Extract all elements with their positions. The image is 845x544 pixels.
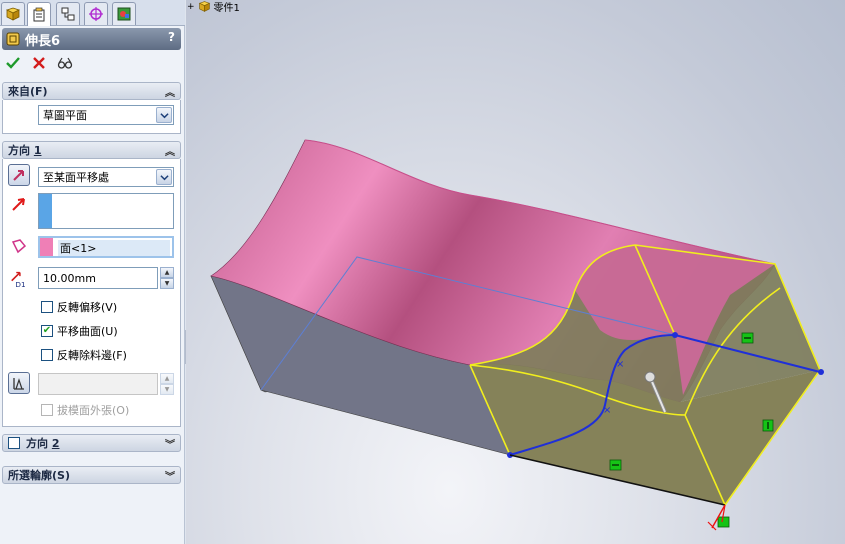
tab-configuration-manager[interactable] — [56, 2, 80, 25]
selected-contours-header[interactable]: 所選輪廓(S) ︾ — [2, 466, 181, 484]
expand-chevron-icon: ︾ — [165, 440, 175, 451]
expand-chevron-icon: ︾ — [165, 472, 175, 483]
flip-side-cut-label: 反轉除料邊(F) — [57, 349, 127, 362]
direction-vector-label — [8, 193, 30, 215]
spin-down-icon[interactable]: ▼ — [160, 278, 174, 289]
checkbox-box-checked[interactable]: ✔ — [41, 325, 53, 337]
end-condition-dropdown[interactable]: 至某面平移處 — [38, 167, 174, 187]
tab-feature-manager[interactable] — [1, 2, 25, 25]
offset-distance-input[interactable]: 10.00mm — [38, 267, 158, 289]
draft-angle-input — [38, 373, 158, 395]
selected-contours-title: 所選輪廓(S) — [8, 469, 70, 482]
from-condition-dropdown[interactable]: 草圖平面 — [38, 105, 174, 125]
distance-icon: D1 — [11, 271, 26, 288]
property-manager-icon — [33, 7, 45, 21]
feature-title-bar: 伸長6 ? — [2, 28, 181, 50]
direction-vector-selection-box[interactable] — [38, 193, 174, 229]
from-group-header[interactable]: 來自(F) ︽ — [2, 82, 181, 100]
configuration-icon — [61, 7, 75, 21]
draft-outward-label: 拔模面外張(O) — [57, 404, 130, 417]
direction2-checkbox[interactable] — [8, 437, 20, 449]
from-group-body: 草圖平面 — [2, 100, 181, 134]
distance-spinner[interactable]: ▲ ▼ — [160, 267, 174, 289]
feature-title: 伸長6 — [25, 33, 61, 49]
spin-up-icon: ▲ — [160, 373, 174, 384]
offset-distance-label: D1 — [8, 267, 30, 289]
checkmark-icon — [6, 57, 20, 69]
model-graphics: × × — [210, 139, 824, 531]
property-manager-panel: 伸長6 ? 來自(F) ︽ 草圖平面 方向 1 ︽ 至某面平移處 面<1> D1… — [0, 0, 185, 544]
end-condition-value: 至某面平移處 — [43, 171, 109, 184]
checkbox-box — [41, 404, 53, 416]
direction1-group-body: 至某面平移處 面<1> D1 10.00mm ▲ ▼ 反轉偏移(V) ✔ 平移曲… — [2, 159, 181, 427]
translate-surface-checkbox[interactable]: ✔ 平移曲面(U) — [41, 323, 118, 339]
tab-property-manager[interactable] — [27, 2, 51, 26]
svg-text:×: × — [603, 405, 611, 416]
chevron-down-icon — [156, 107, 172, 123]
draft-toggle-button[interactable] — [8, 372, 30, 394]
draft-angle-spinner: ▲ ▼ — [160, 373, 174, 395]
arrow-direction-icon — [12, 198, 25, 211]
from-condition-value: 草圖平面 — [43, 109, 87, 122]
face-icon — [11, 239, 27, 254]
chevron-down-icon — [156, 169, 172, 185]
manager-tabs — [0, 0, 185, 26]
collapse-chevron-icon: ︽ — [165, 147, 175, 158]
offset-distance-value: 10.00mm — [43, 271, 96, 285]
tab-dimxpert-manager[interactable] — [84, 2, 108, 25]
face-selection-box[interactable]: 面<1> — [38, 236, 174, 258]
draft-outward-checkbox: 拔模面外張(O) — [41, 402, 129, 418]
reverse-offset-label: 反轉偏移(V) — [57, 301, 118, 314]
face-selection-item[interactable]: 面<1> — [58, 240, 170, 256]
direction2-title: 方向 2 — [26, 437, 60, 450]
from-group-title: 來自(F) — [8, 85, 48, 98]
close-icon — [33, 57, 45, 69]
selection-color-swatch — [40, 238, 53, 256]
checkbox-box[interactable] — [41, 349, 53, 361]
direction1-group-header[interactable]: 方向 1 ︽ — [2, 141, 181, 159]
ok-button[interactable] — [4, 54, 22, 72]
draft-icon — [13, 378, 24, 390]
reverse-offset-checkbox[interactable]: 反轉偏移(V) — [41, 299, 117, 315]
svg-text:×: × — [616, 359, 624, 370]
preview-button[interactable] — [56, 54, 74, 72]
feature-tree-icon — [5, 7, 21, 21]
reverse-direction-button[interactable] — [8, 164, 30, 186]
display-manager-icon — [117, 7, 131, 21]
selection-color-swatch — [39, 194, 52, 228]
glasses-icon — [57, 57, 73, 69]
graphics-viewport[interactable]: + 零件1 × × — [186, 0, 845, 544]
direction1-title: 方向 1 — [8, 144, 42, 157]
checkbox-box[interactable] — [41, 301, 53, 313]
flip-side-cut-checkbox[interactable]: 反轉除料邊(F) — [41, 347, 127, 363]
svg-text:D1: D1 — [15, 280, 25, 288]
crosshair-target-icon — [89, 7, 103, 21]
collapse-chevron-icon: ︽ — [165, 88, 175, 99]
reverse-direction-icon — [13, 170, 24, 181]
direction2-group-header[interactable]: 方向 2 ︾ — [2, 434, 181, 452]
action-buttons — [4, 54, 74, 74]
face-selection-label — [8, 235, 30, 257]
translate-surface-label: 平移曲面(U) — [57, 325, 118, 338]
extrude-feature-icon — [6, 32, 20, 46]
tab-display-manager[interactable] — [112, 2, 136, 25]
spin-up-icon[interactable]: ▲ — [160, 267, 174, 278]
help-button[interactable]: ? — [168, 30, 175, 44]
spin-down-icon: ▼ — [160, 384, 174, 395]
cancel-button[interactable] — [30, 54, 48, 72]
